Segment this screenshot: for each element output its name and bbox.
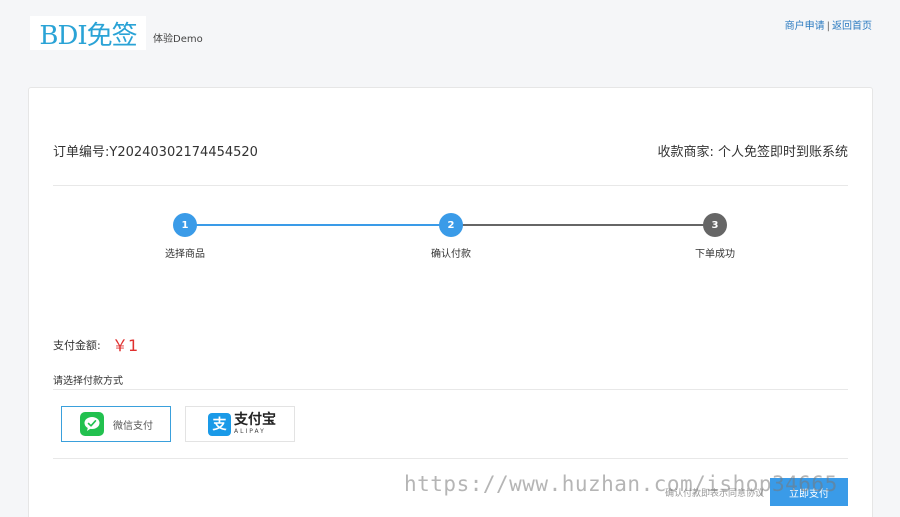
step-3-circle: 3 — [703, 213, 727, 237]
order-number-label: 订单编号: — [53, 145, 110, 160]
demo-label: 体验Demo — [153, 34, 203, 45]
alipay-option[interactable]: 支 支付宝 ALIPAY — [185, 406, 295, 442]
alipay-cn-label: 支付宝 — [234, 412, 276, 428]
method-divider — [53, 389, 848, 390]
top-links: 商户申请 | 返回首页 — [785, 17, 872, 32]
merchant: 收款商家: 个人免签即时到账系统 — [657, 141, 848, 160]
options-divider — [53, 458, 848, 459]
step-1-label: 选择商品 — [165, 249, 205, 260]
step-1-circle: 1 — [173, 213, 197, 237]
wechat-pay-option[interactable]: 微信支付 — [61, 406, 171, 442]
link-separator: | — [826, 21, 830, 32]
merchant-label: 收款商家: — [657, 145, 714, 160]
logo-text: BDI免签 — [39, 20, 137, 51]
step-3-label: 下单成功 — [695, 249, 735, 260]
wechat-pay-label: 微信支付 — [113, 420, 153, 432]
watermark-url: https://www.huzhan.com/ishop34665 — [404, 472, 838, 496]
header-divider — [53, 185, 848, 186]
alipay-icon: 支 — [208, 412, 231, 436]
step-connector-2 — [451, 224, 715, 226]
payment-method-label: 请选择付款方式 — [53, 376, 123, 387]
merchant-apply-link[interactable]: 商户申请 — [785, 21, 825, 32]
step-2-circle: 2 — [439, 213, 463, 237]
step-2-label: 确认付款 — [431, 249, 471, 260]
order-number-value: Y20240302174454520 — [109, 145, 258, 160]
alipay-wordmark: 支付宝 ALIPAY — [234, 413, 276, 435]
checkout-card: 订单编号:Y20240302174454520 收款商家: 个人免签即时到账系统… — [28, 87, 873, 517]
step-connector-1 — [185, 224, 451, 226]
order-number: 订单编号:Y20240302174454520 — [53, 141, 258, 160]
back-home-link[interactable]: 返回首页 — [832, 21, 872, 32]
merchant-name: 个人免签即时到账系统 — [717, 145, 848, 160]
amount-value: ￥1 — [112, 336, 139, 355]
logo: BDI免签 — [30, 16, 146, 51]
alipay-en-label: ALIPAY — [234, 428, 266, 435]
amount-label: 支付金额: — [53, 339, 101, 352]
wechat-icon — [80, 412, 104, 436]
